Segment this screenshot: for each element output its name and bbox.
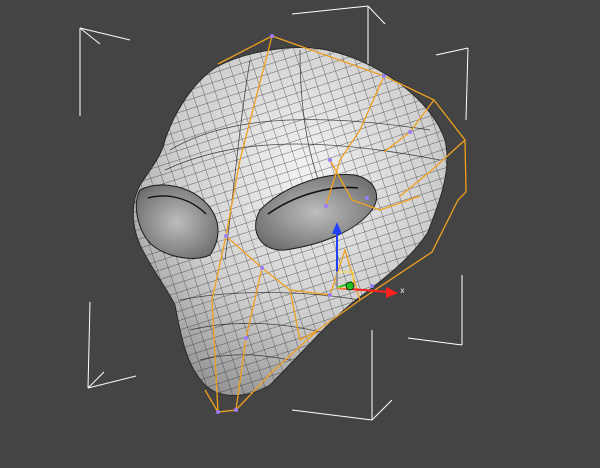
viewport-canvas[interactable]: x: [0, 0, 600, 468]
gizmo-x-arrow-icon[interactable]: [386, 287, 398, 298]
alien-head-mesh[interactable]: [100, 30, 480, 430]
gizmo-x-label: x: [400, 286, 405, 295]
gizmo-center[interactable]: [345, 281, 355, 291]
3d-viewport[interactable]: x: [0, 0, 600, 468]
